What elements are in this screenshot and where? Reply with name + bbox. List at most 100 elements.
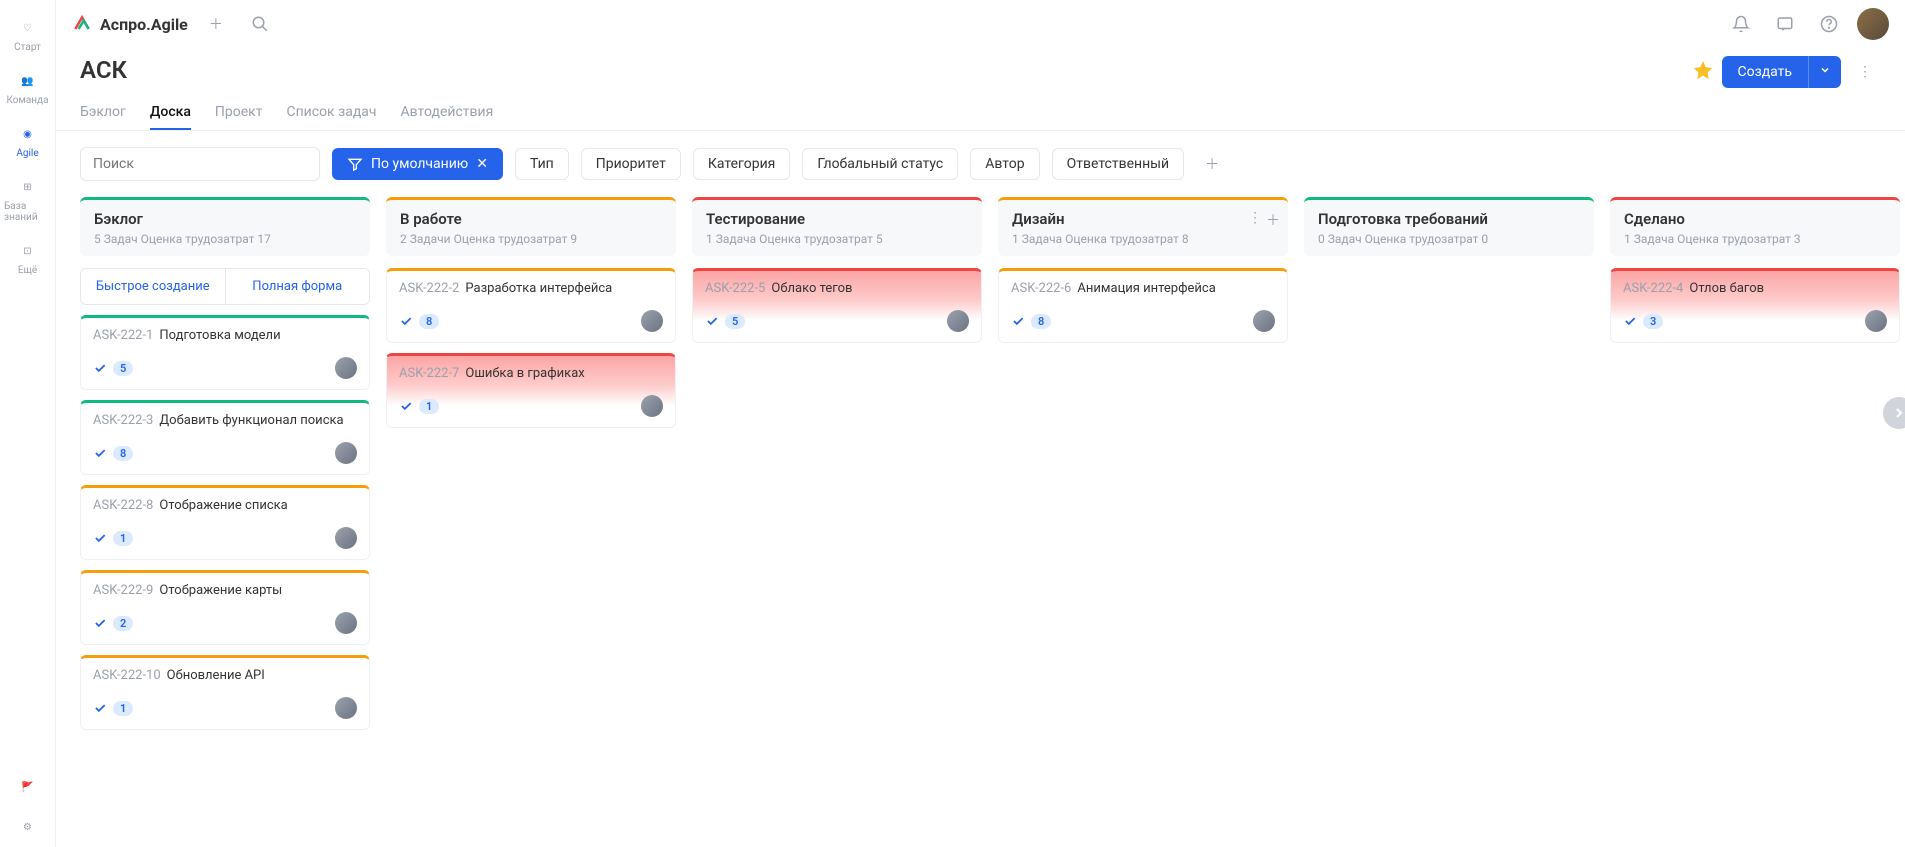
sidebar-label: База знаний [4,201,51,223]
column-title: Тестирование [706,210,968,228]
app-name: Аспро.Agile [100,15,188,34]
assignee-avatar[interactable] [1865,310,1887,332]
scroll-right[interactable] [1883,397,1905,429]
sidebar-item-4[interactable]: ⊡Ещё [0,231,55,284]
assignee-avatar[interactable] [641,310,663,332]
assignee-avatar[interactable] [335,442,357,464]
card-title: ASK-222-9Отображение карты [93,583,357,598]
tab-1[interactable]: Доска [150,96,191,130]
column-sub: 1 Задача Оценка трудозатрат 3 [1624,232,1886,246]
assignee-avatar[interactable] [335,697,357,719]
task-card[interactable]: ASK-222-7Ошибка в графиках1 [386,353,676,428]
sidebar: ♡Старт👥Команда◉Agile⊞База знаний⊡Ещё 🚩 ⚙ [0,0,56,847]
filters-bar: По умолчанию ✕ Тип Приоритет Категория Глоб… [56,131,1905,197]
search-button[interactable] [244,8,276,40]
column-0: Бэклог5 Задач Оценка трудозатрат 17Быстр… [80,197,370,740]
add-filter[interactable]: ＋ [1196,148,1228,180]
card-id: ASK-222-2 [399,281,459,296]
assignee-avatar[interactable] [335,612,357,634]
card-title: ASK-222-5Облако тегов [705,281,969,296]
task-card[interactable]: ASK-222-2Разработка интерфейса8 [386,268,676,343]
more-menu[interactable]: ⋮ [1849,56,1881,88]
column-header: Сделано1 Задача Оценка трудозатрат 3 [1610,197,1900,256]
sidebar-item-1[interactable]: 👥Команда [0,61,55,114]
card-id: ASK-222-10 [93,668,161,683]
card-meta: 2 [93,616,133,631]
sidebar-label: Старт [14,42,41,53]
grid-icon: ⊡ [16,239,40,263]
notifications-button[interactable] [1725,8,1757,40]
bell-icon [1732,15,1750,33]
quick-create-fast[interactable]: Быстрое создание [81,269,226,304]
task-card[interactable]: ASK-222-5Облако тегов 5 [692,268,982,343]
filter-chip-3[interactable]: Глобальный статус [802,148,958,180]
task-card[interactable]: ASK-222-4Отлов багов 3 [1610,268,1900,343]
create-button[interactable]: Создать [1722,56,1809,88]
column-header: Тестирование1 Задача Оценка трудозатрат … [692,197,982,256]
logo[interactable]: Аспро.Agile [72,14,188,34]
quick-create-full[interactable]: Полная форма [226,269,370,304]
assignee-avatar[interactable] [641,395,663,417]
column-sub: 1 Задача Оценка трудозатрат 8 [1012,232,1274,246]
tabs: Бэклог Доска Проект Список задач Автодействи… [56,88,1905,131]
task-card[interactable]: ASK-222-10Обновление API1 [80,655,370,730]
search-input[interactable] [80,147,320,181]
close-icon[interactable]: ✕ [476,156,488,172]
assignee-avatar[interactable] [335,357,357,379]
check-icon [93,531,107,545]
assignee-avatar[interactable] [1253,310,1275,332]
filter-chip-1[interactable]: Приоритет [581,148,681,180]
card-title: ASK-222-1Подготовка модели [93,328,357,343]
filter-chip-4[interactable]: Автор [970,148,1039,180]
tab-0[interactable]: Бэклог [80,96,126,130]
column-add[interactable]: ＋ [1266,210,1280,230]
filter-chip-0[interactable]: Тип [515,148,569,180]
card-title: ASK-222-10Обновление API [93,668,357,683]
create-dropdown[interactable] [1808,56,1841,88]
task-card[interactable]: ASK-222-8Отображение списка1 [80,485,370,560]
column-2: Тестирование1 Задача Оценка трудозатрат … [692,197,982,353]
user-avatar[interactable] [1857,8,1889,40]
sidebar-settings[interactable]: 🚩 [0,767,55,807]
assignee-avatar[interactable] [947,310,969,332]
filter-default[interactable]: По умолчанию ✕ [332,148,503,180]
dots-icon: ⋮ [1858,64,1872,80]
agile-icon: ◉ [16,122,40,146]
card-title: ASK-222-3Добавить функционал поиска [93,413,357,428]
sidebar-item-3[interactable]: ⊞База знаний [0,167,55,231]
add-button[interactable]: ＋ [200,8,232,40]
favorite-star[interactable] [1692,59,1714,85]
task-card[interactable]: ASK-222-6Анимация интерфейса8 [998,268,1288,343]
sidebar-gear[interactable]: ⚙ [0,807,55,847]
card-title: ASK-222-4Отлов багов [1623,281,1887,296]
column-title: Подготовка требований [1318,210,1580,228]
filter-default-label: По умолчанию [371,156,468,172]
sidebar-item-2[interactable]: ◉Agile [0,114,55,167]
plus-icon: ＋ [209,14,223,34]
points-badge: 5 [113,361,133,376]
points-badge: 3 [1643,314,1663,329]
flag-icon: 🚩 [16,775,40,799]
task-card[interactable]: ASK-222-3Добавить функционал поиска 8 [80,400,370,475]
check-icon [705,314,719,328]
task-card[interactable]: ASK-222-9Отображение карты 2 [80,570,370,645]
card-meta: 8 [93,446,133,461]
gear-icon: ⚙ [16,815,40,839]
column-title: В работе [400,210,662,228]
chat-button[interactable] [1769,8,1801,40]
tab-4[interactable]: Автодействия [401,96,494,130]
sidebar-item-0[interactable]: ♡Старт [0,8,55,61]
tab-3[interactable]: Список задач [286,96,376,130]
filter-chip-2[interactable]: Категория [693,148,790,180]
column-menu[interactable]: ⋮ [1248,210,1262,230]
card-meta: 5 [705,314,745,329]
help-button[interactable] [1813,8,1845,40]
task-card[interactable]: ASK-222-1Подготовка модели 5 [80,315,370,390]
filter-chip-5[interactable]: Ответственный [1052,148,1185,180]
tab-2[interactable]: Проект [215,96,263,130]
chat-icon [1776,15,1794,33]
help-icon [1820,15,1838,33]
points-badge: 1 [419,399,439,414]
card-meta: 1 [399,399,439,414]
assignee-avatar[interactable] [335,527,357,549]
